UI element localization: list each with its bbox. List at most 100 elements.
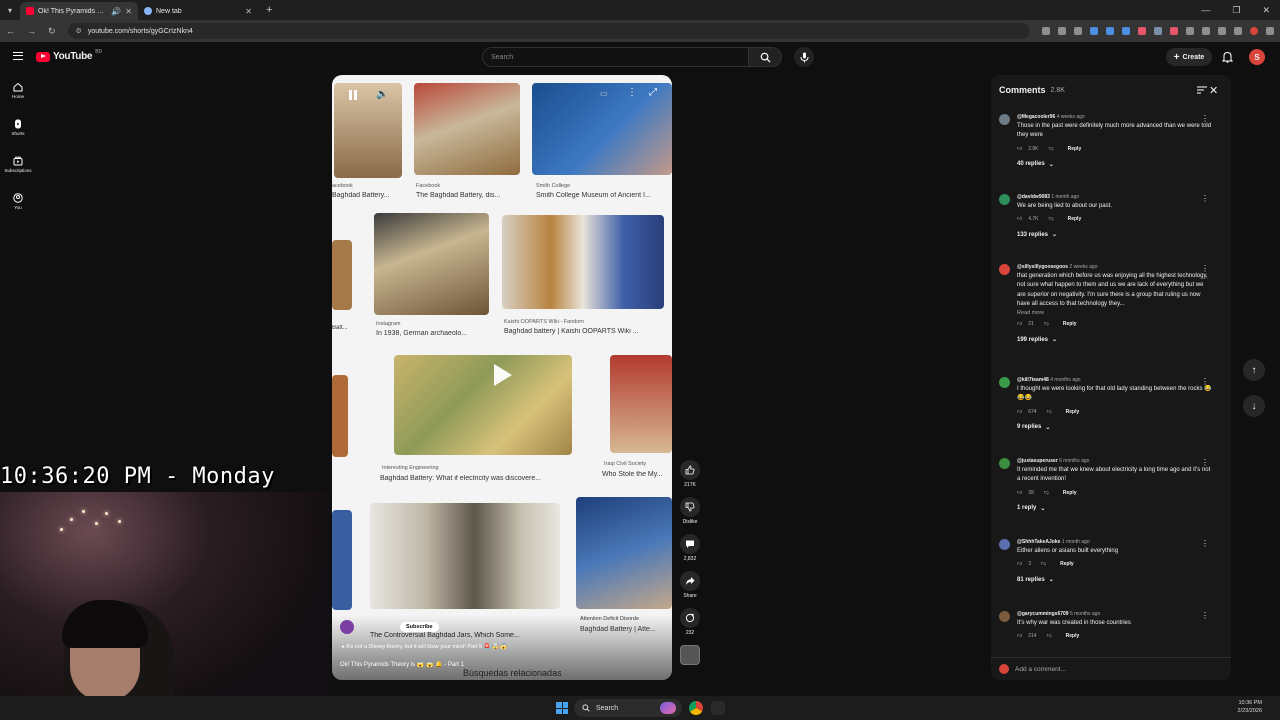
comment-like-icon[interactable]: 👍︎ bbox=[1017, 321, 1022, 327]
comment-dislike-icon[interactable]: 👎︎ bbox=[1044, 490, 1049, 496]
windows-start-icon[interactable] bbox=[556, 702, 568, 714]
notifications-button[interactable] bbox=[1221, 50, 1234, 68]
guide-item-home[interactable]: Home bbox=[0, 82, 36, 99]
sound-thumbnail[interactable] bbox=[680, 645, 700, 665]
reply-button[interactable]: Reply bbox=[1060, 561, 1074, 567]
commenter-avatar[interactable] bbox=[999, 611, 1010, 622]
remix-button[interactable]: 232 bbox=[680, 608, 700, 636]
comment-like-icon[interactable]: 👍︎ bbox=[1017, 409, 1022, 415]
url-bar[interactable]: ⚙ youtube.com/shorts/gyGCrIzNkn4 bbox=[67, 23, 1030, 39]
view-replies-button[interactable]: 133 replies ⌄ bbox=[1017, 231, 1213, 239]
comment-like-icon[interactable]: 👍︎ bbox=[1017, 561, 1022, 567]
tab-new-tab[interactable]: New tab ✕ bbox=[138, 2, 258, 20]
reply-button[interactable]: Reply bbox=[1063, 490, 1077, 496]
channel-avatar[interactable] bbox=[340, 620, 354, 634]
tab-close-icon[interactable]: ✕ bbox=[125, 7, 132, 16]
commenter-name[interactable]: @sillysillygoosegoos 2 weeks ago bbox=[1017, 264, 1213, 270]
extension-icon[interactable] bbox=[1186, 27, 1194, 35]
commenter-name[interactable]: @davidw9083 1 month ago bbox=[1017, 194, 1213, 200]
view-replies-button[interactable]: 81 replies ⌄ bbox=[1017, 576, 1213, 584]
pause-icon[interactable] bbox=[348, 90, 358, 100]
minimize-icon[interactable]: — bbox=[1201, 5, 1210, 16]
guide-item-you[interactable]: You bbox=[0, 193, 36, 210]
search-input[interactable]: Search bbox=[482, 47, 748, 67]
extensions-puzzle-icon[interactable] bbox=[1202, 27, 1210, 35]
cast-icon[interactable] bbox=[1058, 27, 1066, 35]
extension-icon[interactable] bbox=[1138, 27, 1146, 35]
new-tab-plus-icon[interactable]: + bbox=[266, 4, 272, 16]
comment-dislike-icon[interactable]: 👎︎ bbox=[1044, 321, 1049, 327]
commenter-avatar[interactable] bbox=[999, 114, 1010, 125]
youtube-logo[interactable]: YouTube BD bbox=[36, 49, 102, 62]
reply-button[interactable]: Reply bbox=[1066, 409, 1080, 415]
comment-dislike-icon[interactable]: 👎︎ bbox=[1041, 561, 1046, 567]
reload-icon[interactable]: ↻ bbox=[48, 26, 56, 37]
comment-dislike-icon[interactable]: 👎︎ bbox=[1047, 633, 1052, 639]
commenter-avatar[interactable] bbox=[999, 264, 1010, 275]
add-comment-field[interactable]: Add a comment... bbox=[991, 657, 1231, 680]
view-replies-button[interactable]: 199 replies ⌄ bbox=[1017, 336, 1213, 344]
like-button[interactable]: 217K bbox=[680, 460, 700, 488]
sort-icon[interactable] bbox=[1197, 86, 1207, 94]
comment-dislike-icon[interactable]: 👎︎ bbox=[1049, 146, 1054, 152]
view-replies-button[interactable]: 9 replies ⌄ bbox=[1017, 424, 1213, 431]
forward-icon[interactable]: → bbox=[27, 26, 36, 36]
sidebar-icon[interactable] bbox=[1218, 27, 1226, 35]
commenter-name[interactable]: @garycummings6709 5 months ago bbox=[1017, 611, 1213, 617]
window-close-icon[interactable]: ✕ bbox=[1262, 5, 1270, 16]
system-clock[interactable]: 10:36 PM 2/23/2026 bbox=[1222, 700, 1262, 715]
guide-item-subscriptions[interactable]: Subscriptions bbox=[0, 156, 36, 173]
play-overlay-icon[interactable] bbox=[486, 360, 516, 390]
comment-dislike-icon[interactable]: 👎︎ bbox=[1047, 409, 1052, 415]
extension-icon[interactable] bbox=[1106, 27, 1114, 35]
account-avatar[interactable]: S bbox=[1249, 49, 1265, 65]
comment-like-icon[interactable]: 👍︎ bbox=[1017, 146, 1022, 152]
captions-icon[interactable]: ▭ bbox=[600, 89, 608, 98]
menu-icon[interactable] bbox=[13, 52, 23, 60]
extension-icon[interactable] bbox=[1122, 27, 1130, 35]
reply-button[interactable]: Reply bbox=[1068, 216, 1082, 222]
chrome-menu-icon[interactable] bbox=[1266, 27, 1274, 35]
comment-like-icon[interactable]: 👍︎ bbox=[1017, 633, 1022, 639]
downloads-icon[interactable] bbox=[1234, 27, 1242, 35]
profile-avatar-icon[interactable] bbox=[1250, 27, 1258, 35]
extension-icon[interactable] bbox=[1154, 27, 1162, 35]
comment-like-icon[interactable]: 👍︎ bbox=[1017, 490, 1022, 496]
extension-icon[interactable] bbox=[1090, 27, 1098, 35]
tab-search-icon[interactable]: ▾ bbox=[0, 0, 20, 20]
volume-icon[interactable]: 🔈 bbox=[376, 89, 388, 100]
short-video-player[interactable]: 🔈 ▭ ⋮ ⤢ acebook Baghdad Battery... Faceb… bbox=[332, 75, 672, 680]
tab-youtube-short[interactable]: Ok! This Pyramids Theory is 🔊 ✕ bbox=[20, 2, 138, 20]
short-description[interactable]: ▸ It's not a Disney theory, but it will … bbox=[342, 644, 507, 650]
share-button[interactable]: Share bbox=[680, 571, 700, 599]
speaker-icon[interactable]: 🔊 bbox=[111, 7, 121, 16]
read-more-link[interactable]: Read more bbox=[1017, 310, 1213, 316]
commenter-avatar[interactable] bbox=[999, 377, 1010, 388]
back-icon[interactable]: ← bbox=[6, 26, 15, 36]
voice-search-button[interactable] bbox=[794, 47, 814, 67]
commenter-avatar[interactable] bbox=[999, 194, 1010, 205]
tab-close-icon[interactable]: ✕ bbox=[245, 7, 252, 16]
close-comments-icon[interactable]: ✕ bbox=[1209, 84, 1218, 97]
subscribe-button[interactable]: Subscribe bbox=[400, 622, 439, 632]
dislike-button[interactable]: Dislike bbox=[680, 497, 700, 525]
steam-taskbar-icon[interactable] bbox=[711, 701, 725, 715]
view-replies-button[interactable]: 40 replies ⌄ bbox=[1017, 161, 1213, 168]
reply-button[interactable]: Reply bbox=[1063, 321, 1077, 327]
chrome-taskbar-icon[interactable] bbox=[689, 701, 703, 715]
short-title[interactable]: Ok! This Pyramids Theory is 😱 😱 🔔 - Part… bbox=[340, 661, 464, 668]
bookmark-star-icon[interactable] bbox=[1074, 27, 1082, 35]
commenter-name[interactable]: @ShhhTakeAJoke 1 month ago bbox=[1017, 539, 1213, 545]
more-options-icon[interactable]: ⋮ bbox=[627, 87, 637, 98]
search-button[interactable] bbox=[748, 47, 782, 67]
translate-icon[interactable] bbox=[1042, 27, 1050, 35]
commenter-name[interactable]: @Megacooler96 4 weeks ago bbox=[1017, 114, 1213, 120]
comment-like-icon[interactable]: 👍︎ bbox=[1017, 216, 1022, 222]
create-button[interactable]: + Create bbox=[1166, 48, 1212, 66]
maximize-icon[interactable]: ❐ bbox=[1232, 5, 1240, 16]
previous-short-button[interactable]: ↑ bbox=[1243, 359, 1265, 381]
reply-button[interactable]: Reply bbox=[1066, 633, 1080, 639]
site-info-icon[interactable]: ⚙ bbox=[76, 27, 82, 35]
comment-dislike-icon[interactable]: 👎︎ bbox=[1049, 216, 1054, 222]
commenter-avatar[interactable] bbox=[999, 458, 1010, 469]
